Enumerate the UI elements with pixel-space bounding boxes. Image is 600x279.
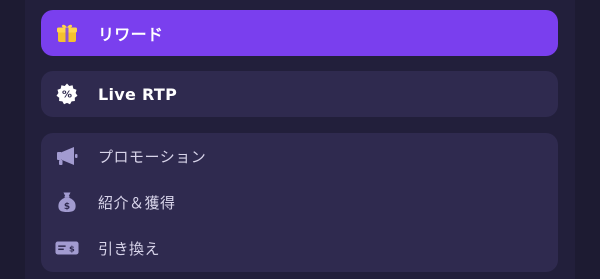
gift-icon: [55, 21, 79, 45]
svg-text:%: %: [62, 90, 72, 101]
nav-item-referral[interactable]: $ 紹介＆獲得: [41, 182, 558, 222]
svg-text:$: $: [69, 244, 75, 254]
nav-item-reward[interactable]: リワード: [41, 10, 558, 56]
nav-item-promotions[interactable]: プロモーション: [41, 136, 558, 176]
nav-item-live-rtp[interactable]: % Live RTP: [41, 71, 558, 117]
nav-label-live-rtp: Live RTP: [98, 84, 178, 104]
svg-text:$: $: [64, 202, 70, 212]
ticket-icon: $: [55, 236, 79, 260]
nav-item-redeem[interactable]: $ 引き換え: [41, 228, 558, 268]
money-bag-icon: $: [55, 190, 79, 214]
percent-badge-icon: %: [55, 82, 79, 106]
megaphone-icon: [55, 144, 79, 168]
nav-label-reward: リワード: [98, 25, 164, 44]
nav-label-promotions: プロモーション: [98, 147, 207, 166]
nav-label-referral: 紹介＆獲得: [98, 193, 176, 212]
nav-menu-group: プロモーション $ 紹介＆獲得 $ 引き換え: [41, 133, 558, 272]
nav-label-redeem: 引き換え: [98, 239, 161, 258]
